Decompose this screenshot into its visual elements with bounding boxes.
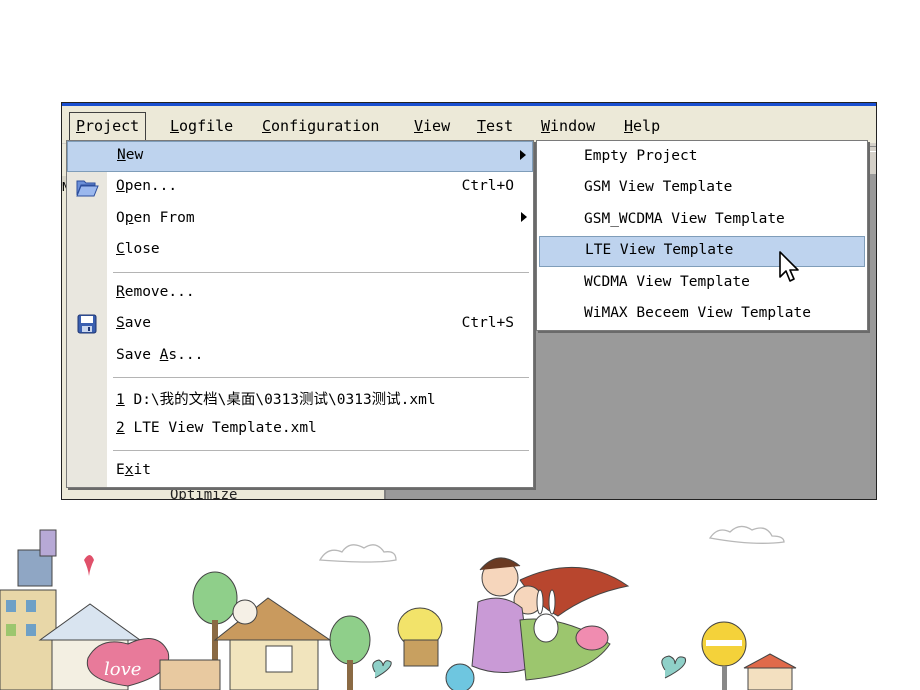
submenu-arrow-icon [521, 212, 527, 222]
menu-item-label: New [117, 147, 144, 163]
floppy-disk-icon [77, 314, 97, 334]
menu-test[interactable]: Test [471, 116, 519, 136]
menu-logfile[interactable]: Logfile [164, 116, 239, 136]
menu-item-new[interactable]: New [67, 141, 533, 172]
menu-window[interactable]: Window [535, 116, 601, 136]
new-submenu: Empty Project GSM View Template GSM_WCDM… [536, 140, 868, 331]
cloud-icon [708, 525, 785, 544]
menu-item-open-from[interactable]: Open From [67, 204, 533, 234]
menu-item-open[interactable]: Open... Ctrl+O [67, 172, 533, 202]
submenu-item-label: Empty Project [584, 148, 698, 164]
menu-help[interactable]: Help [618, 116, 666, 136]
submenu-item-empty-project[interactable]: Empty Project [537, 142, 867, 173]
menu-item-save[interactable]: Save Ctrl+S [67, 309, 533, 339]
submenu-item-label: WCDMA View Template [584, 274, 750, 290]
menu-separator [113, 450, 529, 451]
menu-item-label: Remove... [116, 284, 195, 300]
shortcut-label: Ctrl+S [461, 315, 514, 331]
love-sign-text: love [104, 659, 141, 680]
cartoon-couple-on-bicycle [397, 557, 630, 690]
menu-separator [113, 377, 529, 378]
submenu-item-gsm-view-template[interactable]: GSM View Template [537, 173, 867, 204]
submenu-item-wcdma-view-template[interactable]: WCDMA View Template [537, 268, 867, 299]
menu-item-label: Open From [116, 210, 195, 226]
menu-item-exit[interactable]: Exit [67, 456, 533, 486]
shortcut-label: Ctrl+O [461, 178, 514, 194]
submenu-item-label: GSM_WCDMA View Template [584, 211, 785, 227]
menu-configuration[interactable]: Configuration [256, 116, 385, 136]
submenu-item-wimax-beceem-view-template[interactable]: WiMAX Beceem View Template [537, 299, 867, 330]
menu-item-remove[interactable]: Remove... [67, 278, 533, 308]
menu-item-label: 2 LTE View Template.xml [116, 420, 317, 436]
submenu-item-lte-view-template[interactable]: LTE View Template [539, 236, 865, 267]
menu-view[interactable]: View [408, 116, 456, 136]
menu-item-label: Open... [116, 178, 178, 194]
love-sign: love [86, 638, 170, 687]
menu-item-label: Save [116, 315, 151, 331]
menu-item-recent-2[interactable]: 2 LTE View Template.xml [67, 414, 533, 444]
decorative-cartoon-illustration: love [0, 525, 797, 690]
submenu-item-label: GSM View Template [584, 179, 733, 195]
submenu-item-label: WiMAX Beceem View Template [584, 305, 811, 321]
submenu-item-label: LTE View Template [585, 242, 734, 258]
menu-item-close[interactable]: Close [67, 235, 533, 265]
folder-open-icon [76, 180, 99, 197]
tree-item-optimize[interactable]: Optimize [170, 487, 237, 499]
menu-item-label: Save As... [116, 347, 204, 363]
mouse-pointer-icon [779, 251, 799, 282]
menu-item-save-as[interactable]: Save As... [67, 341, 533, 371]
submenu-arrow-icon [520, 150, 526, 160]
menu-bar: Project Logfile Configuration View Test … [62, 106, 876, 144]
cartoon-house [159, 597, 332, 690]
menu-separator [113, 272, 529, 273]
menu-project[interactable]: Project [69, 112, 147, 141]
menu-item-recent-1[interactable]: 1 D:\我的文档\桌面\0313测试\0313测试.xml [67, 382, 533, 412]
submenu-item-gsm-wcdma-view-template[interactable]: GSM_WCDMA View Template [537, 205, 867, 236]
menu-item-label: Close [116, 241, 160, 257]
cloud-icon [318, 544, 397, 563]
menu-item-label: 1 D:\我的文档\桌面\0313测试\0313测试.xml [116, 392, 436, 408]
project-menu-dropdown: New Open... Ctrl+O Open From Close Remov… [66, 140, 534, 488]
menu-item-label: Exit [116, 462, 151, 478]
